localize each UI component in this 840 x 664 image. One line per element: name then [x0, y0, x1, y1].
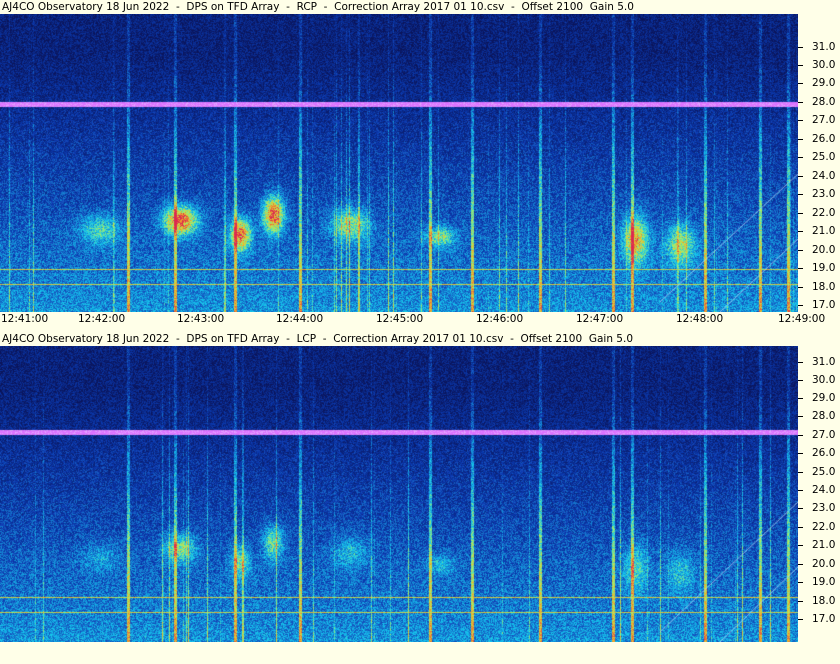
y-tick-label: 27.0 — [812, 114, 836, 126]
lcp-spectrogram — [0, 346, 798, 642]
rcp-frequency-axis: 31.0 30.0 29.0 28.0 27.0 26.0 25.0 24.0 … — [798, 14, 840, 312]
y-tick-mark — [798, 490, 803, 491]
y-tick-label: 26.0 — [812, 447, 836, 459]
y-tick-label: 31.0 — [812, 356, 836, 368]
y-tick-label: 29.0 — [812, 392, 836, 404]
y-tick-label: 18.0 — [812, 595, 836, 607]
y-tick-label: 28.0 — [812, 96, 836, 108]
y-tick-mark — [798, 65, 803, 66]
y-tick-label: 23.0 — [812, 188, 836, 200]
y-tick-mark — [798, 47, 803, 48]
y-tick-mark — [798, 545, 803, 546]
y-tick-mark — [798, 305, 803, 306]
rcp-panel-title: AJ4CO Observatory 18 Jun 2022 - DPS on T… — [0, 0, 840, 14]
y-tick-mark — [798, 250, 803, 251]
y-tick-mark — [798, 362, 803, 363]
y-tick-label: 23.0 — [812, 502, 836, 514]
y-tick-mark — [798, 508, 803, 509]
y-tick-label: 20.0 — [812, 244, 836, 256]
x-tick-label: 12:41:00 — [1, 313, 49, 325]
y-tick-mark — [798, 601, 803, 602]
y-tick-label: 24.0 — [812, 170, 836, 182]
y-tick-mark — [798, 231, 803, 232]
x-tick-label: 12:45:00 — [376, 313, 424, 325]
y-tick-label: 30.0 — [812, 374, 836, 386]
x-tick-label: 12:42:00 — [78, 313, 126, 325]
y-tick-label: 19.0 — [812, 576, 836, 588]
y-tick-mark — [798, 213, 803, 214]
y-tick-label: 21.0 — [812, 539, 836, 551]
y-tick-mark — [798, 472, 803, 473]
y-tick-mark — [798, 619, 803, 620]
y-tick-label: 28.0 — [812, 410, 836, 422]
y-tick-mark — [798, 380, 803, 381]
y-tick-mark — [798, 564, 803, 565]
x-tick-label: 12:43:00 — [177, 313, 225, 325]
time-axis: 12:41:00 12:42:00 12:43:00 12:44:00 12:4… — [0, 312, 840, 326]
y-tick-label: 26.0 — [812, 133, 836, 145]
x-tick-label: 12:49:00 — [778, 313, 826, 325]
y-tick-label: 25.0 — [812, 466, 836, 478]
y-tick-label: 19.0 — [812, 262, 836, 274]
y-tick-mark — [798, 416, 803, 417]
y-tick-mark — [798, 176, 803, 177]
y-tick-mark — [798, 268, 803, 269]
y-tick-mark — [798, 120, 803, 121]
y-tick-label: 22.0 — [812, 521, 836, 533]
y-tick-mark — [798, 435, 803, 436]
y-tick-label: 29.0 — [812, 77, 836, 89]
lcp-frequency-axis: 31.0 30.0 29.0 28.0 27.0 26.0 25.0 24.0 … — [798, 346, 840, 642]
y-tick-mark — [798, 194, 803, 195]
rcp-spectrogram — [0, 14, 798, 312]
y-tick-mark — [798, 453, 803, 454]
x-tick-label: 12:47:00 — [576, 313, 624, 325]
y-tick-label: 17.0 — [812, 613, 836, 625]
lcp-panel-title: AJ4CO Observatory 18 Jun 2022 - DPS on T… — [0, 332, 840, 346]
y-tick-mark — [798, 582, 803, 583]
y-tick-label: 27.0 — [812, 429, 836, 441]
y-tick-label: 21.0 — [812, 225, 836, 237]
y-tick-label: 20.0 — [812, 558, 836, 570]
y-tick-mark — [798, 83, 803, 84]
y-tick-label: 30.0 — [812, 59, 836, 71]
x-tick-label: 12:44:00 — [276, 313, 324, 325]
y-tick-mark — [798, 102, 803, 103]
y-tick-label: 18.0 — [812, 281, 836, 293]
y-tick-label: 22.0 — [812, 207, 836, 219]
y-tick-label: 25.0 — [812, 151, 836, 163]
y-tick-mark — [798, 398, 803, 399]
y-tick-mark — [798, 157, 803, 158]
y-tick-label: 31.0 — [812, 41, 836, 53]
y-tick-mark — [798, 287, 803, 288]
y-tick-mark — [798, 139, 803, 140]
y-tick-mark — [798, 527, 803, 528]
x-tick-label: 12:48:00 — [676, 313, 724, 325]
y-tick-label: 17.0 — [812, 299, 836, 311]
y-tick-label: 24.0 — [812, 484, 836, 496]
x-tick-label: 12:46:00 — [476, 313, 524, 325]
